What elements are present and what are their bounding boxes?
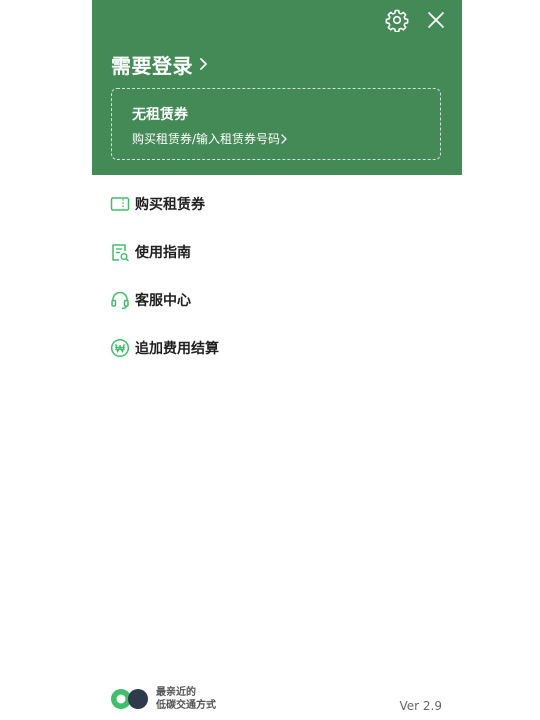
- chevron-right-icon: [281, 133, 287, 144]
- coupon-title: 无租赁券: [132, 107, 188, 123]
- login-label: 需要登录: [111, 53, 193, 78]
- headset-icon: [110, 290, 130, 310]
- side-drawer: 需要登录 无租赁券 购买租赁券/输入租赁券号码 购买租赁券 使用指南 客服中心 …: [92, 0, 462, 720]
- logo-tagline-line2: 低碳交通方式: [156, 700, 216, 711]
- logo-tagline-line1: 最亲近的: [156, 687, 196, 698]
- brand-logo: 最亲近的 低碳交通方式: [110, 686, 216, 712]
- won-coin-icon: [110, 338, 130, 358]
- logo-tagline: 最亲近的 低碳交通方式: [156, 686, 216, 712]
- drawer-header: 需要登录 无租赁券 购买租赁券/输入租赁券号码: [92, 0, 462, 175]
- menu-item-label: 追加费用结算: [135, 341, 219, 357]
- guide-icon: [110, 242, 130, 262]
- app-page: 需要登录 无租赁券 购买租赁券/输入租赁券号码 购买租赁券 使用指南 客服中心 …: [0, 0, 540, 720]
- drawer-menu: 购买租赁券 使用指南 客服中心 追加费用结算: [92, 180, 462, 372]
- menu-item-customer-service[interactable]: 客服中心: [92, 276, 462, 324]
- close-icon: [428, 12, 444, 28]
- menu-item-label: 客服中心: [135, 293, 191, 309]
- ticket-icon: [110, 194, 130, 214]
- logo-mark-icon: [111, 689, 148, 709]
- coupon-subtitle-row: 购买租赁券/输入租赁券号码: [132, 130, 287, 147]
- chevron-right-icon: [199, 57, 209, 71]
- settings-button[interactable]: [385, 8, 409, 32]
- login-link[interactable]: 需要登录: [111, 50, 209, 78]
- gear-icon: [385, 9, 409, 32]
- coupon-card[interactable]: 无租赁券 购买租赁券/输入租赁券号码: [111, 88, 441, 160]
- menu-item-buy-coupon[interactable]: 购买租赁券: [92, 180, 462, 228]
- menu-item-label: 购买租赁券: [135, 197, 205, 213]
- menu-item-guide[interactable]: 使用指南: [92, 228, 462, 276]
- menu-item-extra-fee[interactable]: 追加费用结算: [92, 324, 462, 372]
- close-button[interactable]: [424, 8, 448, 32]
- coupon-subtitle: 购买租赁券/输入租赁券号码: [132, 132, 281, 146]
- version-label: Ver 2.9: [399, 699, 443, 713]
- menu-item-label: 使用指南: [135, 245, 191, 261]
